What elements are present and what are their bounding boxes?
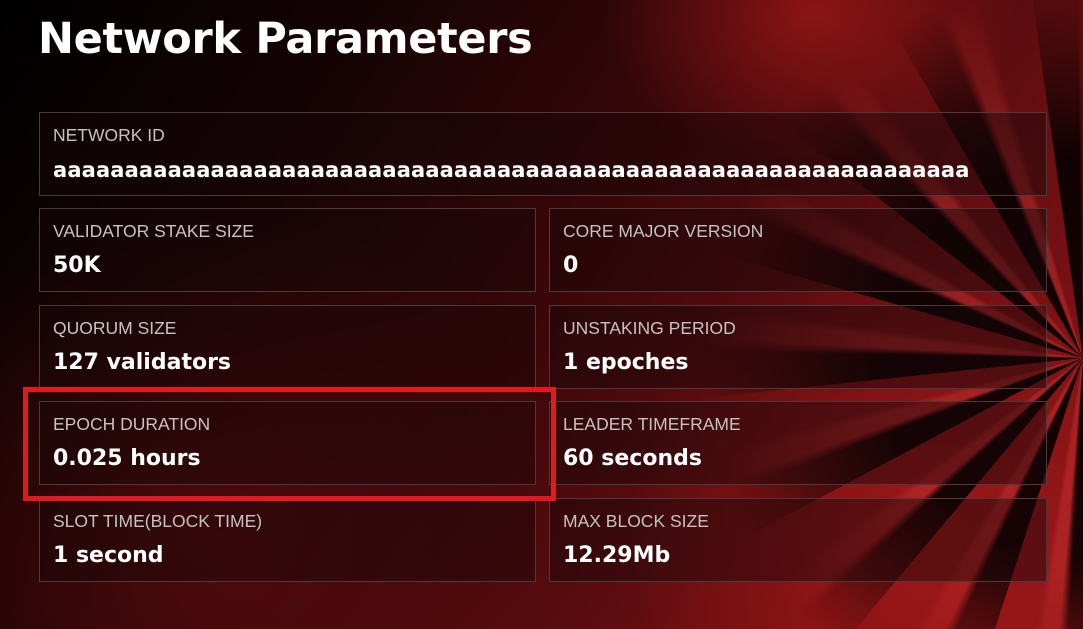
network-id-value: aaaaaaaaaaaaaaaaaaaaaaaaaaaaaaaaaaaaaaaa… <box>53 158 970 182</box>
max-block-size-card: MAX BLOCK SIZE 12.29Mb <box>549 498 1047 582</box>
core-major-version-card: CORE MAJOR VERSION 0 <box>549 208 1047 292</box>
max-block-size-value: 12.29Mb <box>563 543 671 568</box>
core-major-version-label: CORE MAJOR VERSION <box>563 221 764 241</box>
unstaking-period-card: UNSTAKING PERIOD 1 epoches <box>549 305 1047 389</box>
network-id-label: NETWORK ID <box>53 125 165 145</box>
page-title: Network Parameters <box>38 14 533 64</box>
quorum-size-value: 127 validators <box>53 350 232 375</box>
core-major-version-value: 0 <box>563 253 579 278</box>
max-block-size-label: MAX BLOCK SIZE <box>563 511 709 531</box>
quorum-size-card: QUORUM SIZE 127 validators <box>39 305 536 389</box>
validator-stake-size-value: 50K <box>53 253 101 278</box>
leader-timeframe-value: 60 seconds <box>563 446 702 471</box>
slot-time-label: SLOT TIME(BLOCK TIME) <box>53 511 263 531</box>
network-id-card: NETWORK ID aaaaaaaaaaaaaaaaaaaaaaaaaaaaa… <box>39 112 1047 196</box>
leader-timeframe-card: LEADER TIMEFRAME 60 seconds <box>549 401 1047 485</box>
unstaking-period-label: UNSTAKING PERIOD <box>563 318 736 338</box>
unstaking-period-value: 1 epoches <box>563 350 689 375</box>
validator-stake-size-label: VALIDATOR STAKE SIZE <box>53 221 254 241</box>
slot-time-value: 1 second <box>53 543 164 568</box>
highlight-box <box>23 387 556 501</box>
quorum-size-label: QUORUM SIZE <box>53 318 177 338</box>
validator-stake-size-card: VALIDATOR STAKE SIZE 50K <box>39 208 536 292</box>
leader-timeframe-label: LEADER TIMEFRAME <box>563 414 741 434</box>
network-parameters-panel: Network Parameters NETWORK ID aaaaaaaaaa… <box>0 0 1083 629</box>
slot-time-card: SLOT TIME(BLOCK TIME) 1 second <box>39 498 536 582</box>
